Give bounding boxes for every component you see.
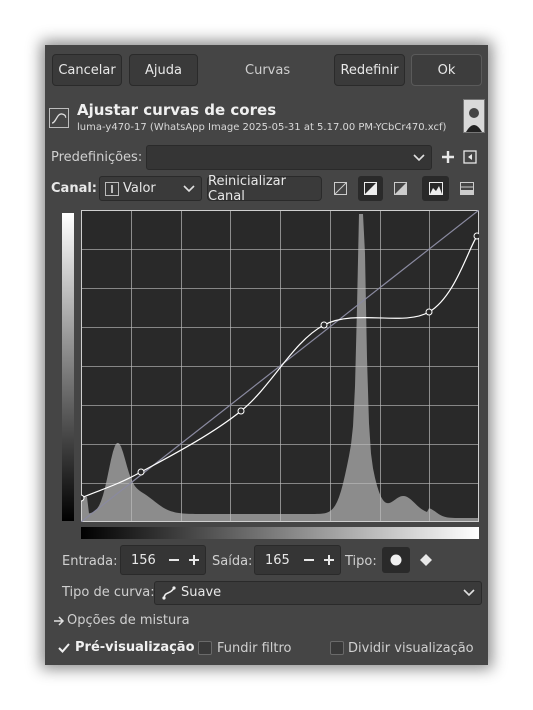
minus-icon[interactable] [168,554,180,566]
smooth-point-toggle[interactable] [382,547,410,573]
curve-canvas[interactable] [77,209,481,523]
curve-control-point[interactable] [77,494,85,502]
preview-checkbox[interactable] [57,641,71,655]
curve-control-point[interactable] [473,232,481,240]
curve-control-point[interactable] [425,308,433,316]
curves-icon [49,108,69,128]
curves-dialog: Cancelar Ajuda Curvas Redefinir Ok Ajust… [45,45,488,665]
histogram-icon [429,182,443,195]
log-histogram-icon [364,182,377,195]
curve-type-dropdown[interactable]: Suave [154,581,482,605]
curve-control-point[interactable] [237,407,245,415]
add-preset-icon[interactable] [441,150,455,164]
plus-icon[interactable] [188,554,200,566]
entrada-value[interactable]: 156 [131,553,156,568]
show-histogram-toggle[interactable] [422,176,449,201]
info-subtitle: luma-y470-17 (WhatsApp Image 2025-05-31 … [77,122,447,133]
blend-options-expander[interactable]: Opções de mistura [53,611,203,631]
chevron-down-icon [413,154,425,162]
merge-filter-label: Fundir filtro [217,641,292,656]
reset-channel-button[interactable]: Reinicializar Canal [207,174,322,204]
split-view-checkbox[interactable] [330,641,344,655]
chevron-down-icon [183,185,195,193]
curve-type-label: Tipo de curva: [62,585,155,600]
output-gradient-bar [62,213,74,521]
curve-control-point[interactable] [137,468,145,476]
preview-label: Pré-visualização [75,640,195,655]
entrada-spinner[interactable]: 156 [120,545,206,575]
linear-histogram-icon[interactable] [334,182,347,195]
cancel-button[interactable]: Cancelar [52,54,122,86]
value-channel-icon [105,182,119,196]
entrada-label: Entrada: [62,554,118,569]
saida-label: Saída: [212,554,253,569]
inverted-histogram-icon[interactable] [394,182,407,195]
channel-dropdown[interactable]: Valor [99,176,202,201]
reset-button[interactable]: Redefinir [334,54,405,86]
checkmark-icon [58,643,70,653]
preset-menu-icon[interactable] [463,150,477,164]
image-thumbnail [463,99,485,133]
circle-point-icon [390,554,402,566]
saida-spinner[interactable]: 165 [254,545,341,575]
tipo-label: Tipo: [345,554,377,569]
plus-icon[interactable] [323,554,335,566]
curve-plot[interactable] [77,209,481,523]
chevron-down-icon [463,589,475,597]
corner-point-icon[interactable] [420,554,432,566]
log-histogram-toggle[interactable] [358,176,383,201]
channel-label: Canal: [51,181,97,196]
blend-options-label: Opções de mistura [67,613,190,628]
dialog-title: Curvas [245,63,291,78]
input-gradient-bar [81,527,479,539]
merge-filter-checkbox[interactable] [198,641,212,655]
presets-label: Predefinições: [51,150,143,165]
ok-button[interactable]: Ok [411,54,482,86]
help-button[interactable]: Ajuda [129,54,198,86]
split-view-label: Dividir visualização [348,641,474,656]
channel-value: Valor [123,181,156,196]
smooth-curve-icon [162,586,176,600]
arrow-right-icon [54,616,65,626]
info-title: Ajustar curvas de cores [77,101,277,119]
histogram-scale-icon[interactable] [460,182,474,195]
minus-icon[interactable] [303,554,315,566]
curve-type-value: Suave [181,585,222,600]
presets-dropdown[interactable] [146,145,432,170]
curve-control-point[interactable] [320,321,328,329]
saida-value[interactable]: 165 [265,553,290,568]
